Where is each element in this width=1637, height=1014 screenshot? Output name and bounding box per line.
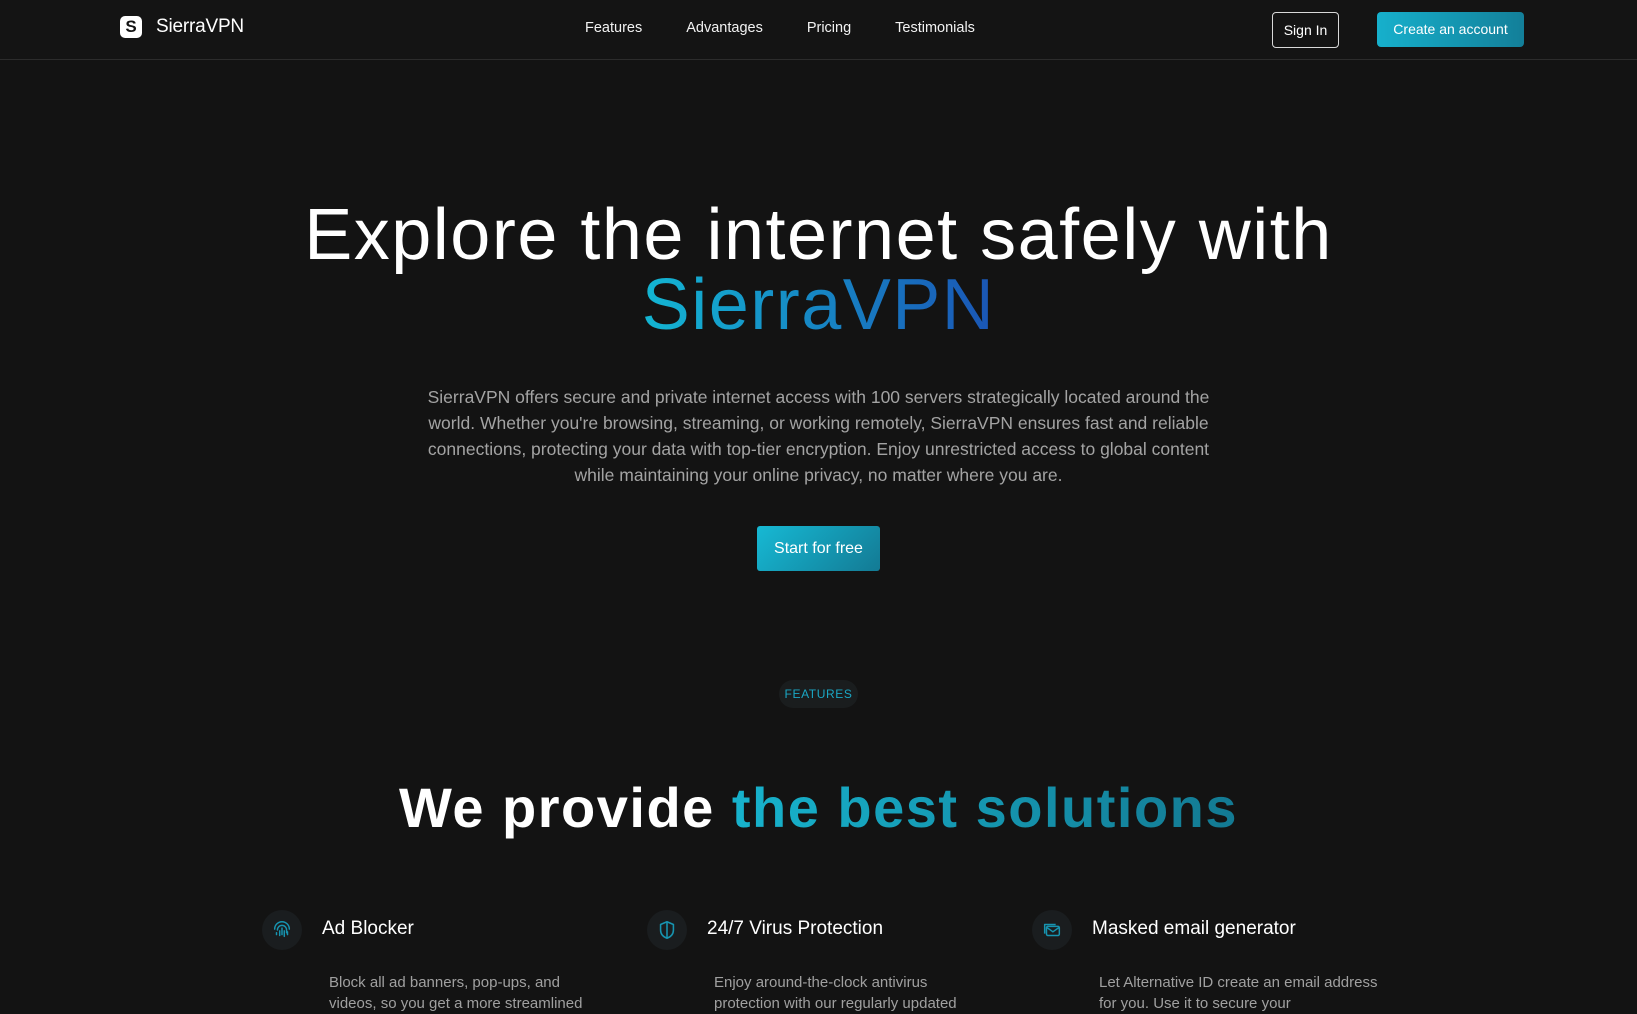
sign-in-button[interactable]: Sign In: [1272, 12, 1339, 48]
nav-link-advantages[interactable]: Advantages: [686, 20, 763, 36]
hero-title: Explore the internet safely with SierraV…: [0, 199, 1637, 341]
nav-link-pricing[interactable]: Pricing: [807, 20, 851, 36]
feature-title: 24/7 Virus Protection: [707, 918, 884, 939]
sierravpn-logo-icon: S: [120, 16, 142, 38]
mail-icon: [1032, 910, 1072, 950]
navbar: S SierraVPN Features Advantages Pricing …: [0, 0, 1637, 60]
nav-link-testimonials[interactable]: Testimonials: [895, 20, 975, 36]
brand[interactable]: S SierraVPN: [120, 16, 244, 38]
shield-icon: [647, 910, 687, 950]
fingerprint-icon: [262, 910, 302, 950]
nav-links: Features Advantages Pricing Testimonials: [585, 20, 1019, 36]
create-account-button[interactable]: Create an account: [1377, 12, 1524, 47]
features-section-title: We provide the best solutions: [0, 776, 1637, 840]
hero-description: SierraVPN offers secure and private inte…: [427, 387, 1210, 485]
section-title-plain: We provide: [398, 776, 732, 839]
hero-title-line: Explore the internet safely with: [304, 195, 1333, 275]
features-badge: FEATURES: [779, 680, 858, 708]
feature-description: Block all ad banners, pop-ups, and video…: [329, 974, 583, 1012]
brand-name: SierraVPN: [156, 16, 244, 37]
nav-link-features[interactable]: Features: [585, 20, 642, 36]
section-title-accent: the best solutions: [731, 776, 1239, 839]
hero-title-accent: SierraVPN: [641, 265, 996, 345]
feature-title: Masked email generator: [1092, 918, 1296, 939]
feature-description: Enjoy around-the-clock antivirus protect…: [714, 974, 957, 1012]
feature-title: Ad Blocker: [322, 918, 414, 939]
feature-description: Let Alternative ID create an email addre…: [1099, 974, 1378, 1012]
start-for-free-button[interactable]: Start for free: [757, 526, 880, 571]
